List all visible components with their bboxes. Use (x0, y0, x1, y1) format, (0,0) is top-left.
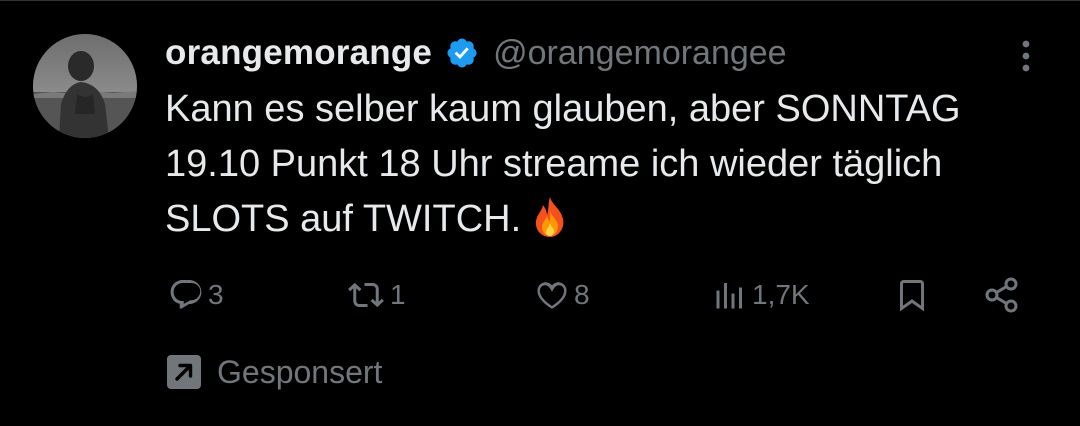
user-handle[interactable]: @orangemorangee (493, 34, 786, 73)
retweet-count: 1 (390, 279, 406, 310)
top-divider (0, 0, 1080, 1)
reply-count: 3 (208, 279, 224, 310)
tweet-text-line: Kann es selber kaum glauben, aber SONNTA… (165, 88, 961, 130)
retweet-icon (346, 277, 386, 313)
tweet-text-line: 19.10 Punkt 18 Uhr streame ich wieder tä… (165, 143, 943, 185)
share-button[interactable] (982, 274, 1022, 316)
more-options-icon[interactable] (1012, 36, 1040, 76)
fire-icon (531, 195, 569, 239)
promoted-label: Gesponsert (165, 352, 382, 392)
promoted-text: Gesponsert (217, 353, 383, 390)
tweet-text-line-content: SLOTS auf TWITCH. (165, 198, 522, 240)
share-icon (982, 275, 1022, 315)
bookmark-button[interactable] (894, 274, 930, 316)
views-button[interactable]: 1,7K (712, 274, 810, 316)
retweet-button[interactable]: 1 (346, 274, 406, 316)
like-button[interactable]: 8 (534, 274, 590, 316)
promoted-arrow-icon (165, 353, 203, 391)
display-name[interactable]: orangemorange (165, 33, 432, 73)
heart-icon (534, 277, 570, 313)
avatar[interactable] (33, 34, 137, 138)
reply-icon (168, 277, 204, 313)
views-chart-icon (712, 277, 748, 313)
reply-button[interactable]: 3 (168, 274, 224, 316)
tweet-text-line: SLOTS auf TWITCH. (165, 192, 1065, 247)
tweet-text: Kann es selber kaum glauben, aber SONNTA… (165, 82, 1065, 247)
like-count: 8 (574, 279, 590, 310)
tweet-header: orangemorange @orangemorangee (165, 28, 787, 78)
verified-badge-icon (445, 36, 479, 70)
bookmark-icon (894, 276, 930, 314)
views-count: 1,7K (752, 279, 810, 310)
